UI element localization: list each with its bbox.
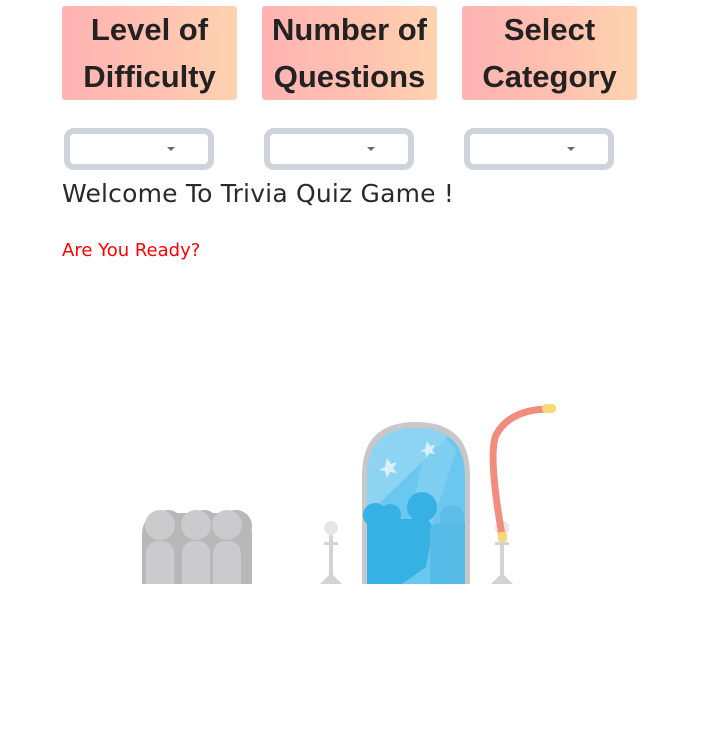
difficulty-header-line1: Level of [90, 12, 209, 47]
category-header-line2: Category [482, 59, 617, 94]
chevron-down-icon [367, 147, 375, 151]
ready-prompt: Are You Ready? [62, 240, 201, 261]
door-icon [362, 422, 470, 584]
category-select[interactable] [464, 128, 614, 170]
questions-select[interactable] [264, 128, 414, 170]
category-header: Select Category [462, 6, 637, 100]
page-title: Welcome To Trivia Quiz Game ! [62, 179, 455, 208]
difficulty-select[interactable] [64, 128, 214, 170]
difficulty-header-line2: Difficulty [83, 59, 216, 94]
questions-header: Number of Questions [262, 6, 437, 100]
category-header-line1: Select [503, 12, 596, 47]
chevron-down-icon [167, 147, 175, 151]
stanchion-icon [320, 521, 342, 584]
chevron-down-icon [567, 147, 575, 151]
page: Level of Difficulty Number of Questions … [0, 0, 722, 753]
audience-icon [142, 510, 252, 584]
questions-header-line1: Number of [272, 12, 427, 47]
stage-door-audience-illustration [142, 404, 556, 584]
rope-icon [489, 404, 556, 542]
questions-header-line2: Questions [273, 59, 426, 94]
difficulty-header: Level of Difficulty [62, 6, 237, 100]
